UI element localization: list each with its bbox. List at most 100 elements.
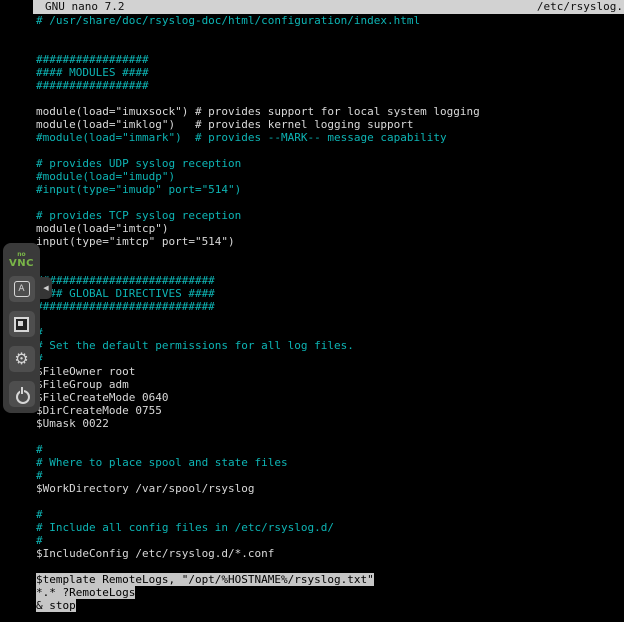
editor-line-text: # provides UDP syslog reception — [36, 157, 241, 170]
nano-filename: /etc/rsyslog. — [537, 0, 623, 14]
editor-lines: # /usr/share/doc/rsyslog-doc/html/config… — [33, 14, 624, 612]
editor-line — [36, 40, 624, 53]
editor-line-text: #module(load="immark") # provides --MARK… — [36, 131, 447, 144]
editor-line-text: ########################### — [36, 300, 215, 313]
editor-line: module(load="imklog") # provides kernel … — [36, 118, 624, 131]
editor-line: $FileGroup adm — [36, 378, 624, 391]
editor-line-text: $FileCreateMode 0640 — [36, 391, 168, 404]
editor-line-text: #input(type="imudp" port="514") — [36, 183, 241, 196]
editor-line: input(type="imtcp" port="514") — [36, 235, 624, 248]
editor-line-text: #module(load="imudp") — [36, 170, 175, 183]
editor-line-text: # — [36, 469, 43, 482]
collapse-arrow-icon: ◀ — [43, 284, 48, 292]
editor-line: ################# — [36, 79, 624, 92]
editor-line — [36, 313, 624, 326]
editor-line-text: # provides TCP syslog reception — [36, 209, 241, 222]
editor-line: ########################### — [36, 300, 624, 313]
editor-line-text: module(load="imuxsock") # provides suppo… — [36, 105, 480, 118]
editor-line: module(load="imuxsock") # provides suppo… — [36, 105, 624, 118]
editor-line-text: # Include all config files in /etc/rsysl… — [36, 521, 334, 534]
nano-terminal[interactable]: GNU nano 7.2 /etc/rsyslog. # /usr/share/… — [33, 0, 624, 622]
editor-line: # — [36, 508, 624, 521]
keyboard-icon: A — [14, 281, 30, 297]
editor-line: # provides UDP syslog reception — [36, 157, 624, 170]
novnc-control-bar: no VNC A ⚙ — [3, 243, 40, 413]
fullscreen-icon-inner — [18, 321, 23, 326]
fullscreen-icon — [14, 317, 29, 332]
editor-line-text: $IncludeConfig /etc/rsyslog.d/*.conf — [36, 547, 274, 560]
editor-line-text: module(load="imtcp") — [36, 222, 168, 235]
editor-line: # — [36, 352, 624, 365]
editor-line — [36, 196, 624, 209]
editor-line-text: *.* ?RemoteLogs — [36, 586, 135, 599]
editor-line: $Umask 0022 — [36, 417, 624, 430]
power-icon-bar — [21, 387, 23, 394]
editor-line-text: # — [36, 534, 43, 547]
editor-line — [36, 27, 624, 40]
fullscreen-button[interactable] — [9, 311, 35, 337]
editor-line-text: $Umask 0022 — [36, 417, 109, 430]
nano-version: GNU nano 7.2 — [45, 0, 124, 14]
editor-line: #### MODULES #### — [36, 66, 624, 79]
power-icon — [15, 387, 29, 402]
editor-line: $FileOwner root — [36, 365, 624, 378]
editor-line: $DirCreateMode 0755 — [36, 404, 624, 417]
editor-line — [36, 92, 624, 105]
gear-icon: ⚙ — [14, 351, 28, 367]
editor-line: module(load="imtcp") — [36, 222, 624, 235]
power-button[interactable] — [9, 381, 35, 407]
nano-titlebar: GNU nano 7.2 /etc/rsyslog. — [33, 0, 624, 14]
editor-line: # provides TCP syslog reception — [36, 209, 624, 222]
editor-line-text: ################# — [36, 79, 149, 92]
editor-line-text: $FileGroup adm — [36, 378, 129, 391]
editor-line: #module(load="immark") # provides --MARK… — [36, 131, 624, 144]
editor-line-text: module(load="imklog") # provides kernel … — [36, 118, 414, 131]
novnc-logo-text: VNC — [9, 258, 34, 269]
editor-line: #### GLOBAL DIRECTIVES #### — [36, 287, 624, 300]
editor-line-text: # /usr/share/doc/rsyslog-doc/html/config… — [36, 14, 420, 27]
editor-line: #module(load="imudp") — [36, 170, 624, 183]
editor-line: $IncludeConfig /etc/rsyslog.d/*.conf — [36, 547, 624, 560]
editor-line-text: # Set the default permissions for all lo… — [36, 339, 354, 352]
editor-line: $template RemoteLogs, "/opt/%HOSTNAME%/r… — [36, 573, 624, 586]
editor-line: # /usr/share/doc/rsyslog-doc/html/config… — [36, 14, 624, 27]
editor-line — [36, 430, 624, 443]
editor-line-text: #### MODULES #### — [36, 66, 149, 79]
editor-line: # — [36, 469, 624, 482]
novnc-collapse-handle[interactable]: ◀ — [40, 277, 52, 299]
editor-line-text: # — [36, 443, 43, 456]
settings-button[interactable]: ⚙ — [9, 346, 35, 372]
editor-line: # — [36, 443, 624, 456]
editor-line: # — [36, 534, 624, 547]
editor-line: $FileCreateMode 0640 — [36, 391, 624, 404]
editor-line — [36, 144, 624, 157]
editor-line-text: $WorkDirectory /var/spool/rsyslog — [36, 482, 255, 495]
editor-line: ################# — [36, 53, 624, 66]
editor-line-text: $FileOwner root — [36, 365, 135, 378]
editor-line-text: ########################### — [36, 274, 215, 287]
editor-line — [36, 261, 624, 274]
editor-line-text: #### GLOBAL DIRECTIVES #### — [36, 287, 215, 300]
keyboard-button[interactable]: A — [9, 276, 35, 302]
editor-line: $WorkDirectory /var/spool/rsyslog — [36, 482, 624, 495]
editor-line: # — [36, 326, 624, 339]
editor-line-text: input(type="imtcp" port="514") — [36, 235, 235, 248]
editor-line: & stop — [36, 599, 624, 612]
novnc-logo[interactable]: no VNC — [9, 247, 34, 273]
editor-line: ########################### — [36, 274, 624, 287]
editor-line: # Include all config files in /etc/rsysl… — [36, 521, 624, 534]
editor-line-text: # Where to place spool and state files — [36, 456, 288, 469]
editor-line-text: # — [36, 508, 43, 521]
editor-line-text: $template RemoteLogs, "/opt/%HOSTNAME%/r… — [36, 573, 374, 586]
keyboard-icon-letter: A — [18, 284, 24, 294]
editor-line — [36, 495, 624, 508]
editor-line: # Set the default permissions for all lo… — [36, 339, 624, 352]
editor-line: #input(type="imudp" port="514") — [36, 183, 624, 196]
editor-line — [36, 560, 624, 573]
editor-line: # Where to place spool and state files — [36, 456, 624, 469]
editor-line-text: $DirCreateMode 0755 — [36, 404, 162, 417]
editor-line — [36, 248, 624, 261]
editor-line: *.* ?RemoteLogs — [36, 586, 624, 599]
editor-line-text: & stop — [36, 599, 76, 612]
editor-line-text: ################# — [36, 53, 149, 66]
